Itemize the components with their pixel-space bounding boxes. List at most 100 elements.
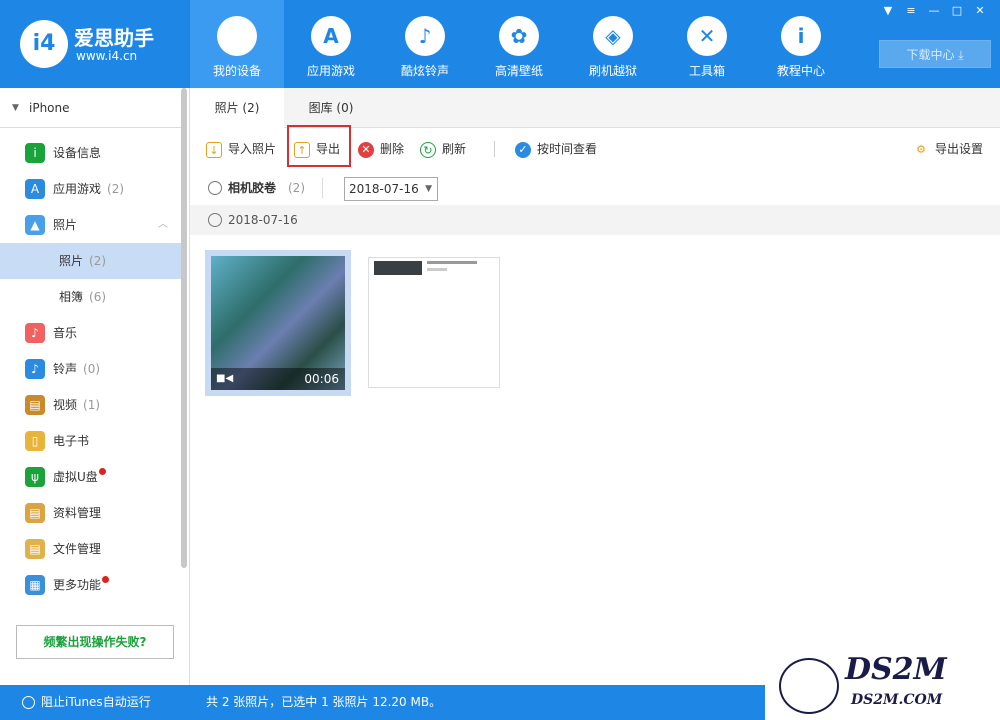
album-radio[interactable] bbox=[208, 181, 222, 195]
flower-icon: ✿ bbox=[499, 16, 539, 56]
sidebar-item-text: 设备信息 bbox=[53, 146, 102, 160]
sidebar: ▼ iPhone i 设备信息 A 应用游戏 (2) ▲ 照片 ︿ 照片 (2) 相簿 (6) ♪ 音乐 ♪… bbox=[0, 88, 190, 685]
tab-photos[interactable]: 照片 (2) bbox=[190, 88, 284, 129]
sidebar-item-7[interactable]: ▤ 视频 (1) bbox=[0, 387, 182, 423]
sidebar-scrollbar[interactable] bbox=[181, 88, 187, 568]
sidebar-item-9[interactable]: ψ 虚拟U盘 bbox=[0, 459, 182, 495]
photo-thumbnail-video[interactable]: ■◀ 00:06 bbox=[205, 250, 351, 396]
sidebar-item-label: 相簿 (6) bbox=[59, 279, 106, 315]
screenshot-text-line bbox=[427, 261, 477, 264]
apple-icon bbox=[217, 16, 257, 56]
watermark-name: DS2M bbox=[845, 652, 947, 687]
collapse-arrow-icon[interactable]: ▼ bbox=[12, 88, 19, 128]
sidebar-item-label: 设备信息 bbox=[53, 135, 101, 171]
refresh-button[interactable]: ↻ 刷新 bbox=[420, 137, 466, 161]
block-itunes-toggle[interactable]: 阻止iTunes自动运行 bbox=[22, 685, 151, 720]
nav-label: 我的设备 bbox=[212, 64, 261, 78]
nav-item-3[interactable]: ✿ 高清壁纸 bbox=[472, 0, 566, 88]
nav-item-0[interactable]: 我的设备 bbox=[190, 0, 284, 88]
sidebar-item-text: 铃声 bbox=[53, 362, 78, 376]
sidebar-item-1[interactable]: A 应用游戏 (2) bbox=[0, 171, 182, 207]
video-info-bar: ■◀ 00:06 bbox=[211, 368, 345, 390]
skin-icon[interactable]: ▼ bbox=[878, 4, 898, 18]
delete-button[interactable]: ✕ 删除 bbox=[358, 137, 404, 161]
sidebar-item-label: 资料管理 bbox=[53, 495, 101, 531]
sidebar-item-12[interactable]: ▦ 更多功能 bbox=[0, 567, 182, 603]
sidebar-item-text: 虚拟U盘 bbox=[53, 470, 98, 484]
app-store-icon: A bbox=[25, 179, 45, 199]
info-icon: i bbox=[25, 143, 45, 163]
nav-label: 应用游戏 bbox=[306, 64, 355, 78]
view-by-time-toggle[interactable]: ✓ 按时间查看 bbox=[515, 137, 597, 161]
maximize-icon[interactable]: □ bbox=[947, 4, 967, 18]
chevron-up-icon[interactable]: ︿ bbox=[158, 207, 168, 243]
sidebar-item-text: 音乐 bbox=[53, 326, 78, 340]
sidebar-item-text: 应用游戏 bbox=[53, 182, 102, 196]
sidebar-item-text: 文件管理 bbox=[53, 542, 102, 556]
export-settings-button[interactable]: ⚙ 导出设置 bbox=[913, 137, 983, 161]
import-photos-button[interactable]: ↓ 导入照片 bbox=[206, 137, 276, 161]
sidebar-item-10[interactable]: ▤ 资料管理 bbox=[0, 495, 182, 531]
nav-label: 刷机越狱 bbox=[588, 64, 637, 78]
download-center-button[interactable]: 下载中心 ⤓ bbox=[879, 40, 991, 68]
nav-label: 工具箱 bbox=[688, 64, 725, 78]
sidebar-item-count: (0) bbox=[83, 362, 101, 376]
sidebar-item-count: (2) bbox=[89, 254, 107, 268]
nav-item-1[interactable]: A 应用游戏 bbox=[284, 0, 378, 88]
date-group-label: 2018-07-16 bbox=[228, 213, 298, 227]
info-icon: i bbox=[781, 16, 821, 56]
sidebar-item-text: 资料管理 bbox=[53, 506, 102, 520]
close-icon[interactable]: ✕ bbox=[970, 4, 990, 18]
refresh-icon: ↻ bbox=[420, 141, 436, 158]
album-name: 相机胶卷 bbox=[228, 181, 277, 195]
sidebar-item-3[interactable]: 照片 (2) bbox=[0, 243, 182, 279]
video-duration: 00:06 bbox=[304, 372, 339, 386]
sidebar-item-0[interactable]: i 设备信息 bbox=[0, 135, 182, 171]
operation-fail-help-button[interactable]: 频繁出现操作失败? bbox=[16, 625, 174, 659]
sidebar-item-text: 更多功能 bbox=[53, 578, 102, 592]
sidebar-item-4[interactable]: 相簿 (6) bbox=[0, 279, 182, 315]
filter-row: 相机胶卷 (2) 2018-07-16 ▼ bbox=[190, 171, 1000, 205]
sidebar-item-count: (6) bbox=[89, 290, 107, 304]
tab-gallery[interactable]: 图库 (0) bbox=[284, 88, 378, 128]
video-icon: ▤ bbox=[25, 395, 45, 415]
date-group-header: 2018-07-16 bbox=[190, 205, 1000, 235]
sidebar-item-label: 照片 bbox=[53, 207, 77, 243]
sidebar-item-6[interactable]: ♪ 铃声 (0) bbox=[0, 351, 182, 387]
nav-item-6[interactable]: i 教程中心 bbox=[754, 0, 848, 88]
logo-icon: i4 bbox=[20, 20, 68, 68]
minimize-icon[interactable]: — bbox=[924, 4, 944, 18]
main-content: 照片 (2) 图库 (0) ↓ 导入照片 ↑ 导出 ✕ 删除 ↻ 刷新 ✓ 按时间查看 ⚙… bbox=[190, 88, 1000, 685]
sidebar-item-label: 虚拟U盘 bbox=[53, 459, 106, 495]
status-summary: 共 2 张照片，已选中 1 张照片 12.20 MB。 bbox=[206, 695, 442, 709]
photo-thumbnail-image[interactable] bbox=[368, 257, 500, 388]
nav-item-4[interactable]: ◈ 刷机越狱 bbox=[566, 0, 660, 88]
date-group-radio[interactable] bbox=[208, 213, 222, 227]
import-icon: ↓ bbox=[206, 141, 222, 158]
menu-icon[interactable]: ≡ bbox=[901, 4, 921, 18]
sidebar-item-2[interactable]: ▲ 照片 ︿ bbox=[0, 207, 182, 243]
notification-dot bbox=[98, 468, 106, 475]
contacts-icon: ▤ bbox=[25, 503, 45, 523]
sidebar-item-count: (2) bbox=[107, 182, 125, 196]
sidebar-item-text: 电子书 bbox=[53, 434, 90, 448]
nav-item-2[interactable]: ♪ 酷炫铃声 bbox=[378, 0, 472, 88]
nav-item-5[interactable]: ✕ 工具箱 bbox=[660, 0, 754, 88]
bell-icon: ♪ bbox=[405, 16, 445, 56]
tab-bar: 照片 (2) 图库 (0) bbox=[190, 88, 1000, 129]
screenshot-text-line bbox=[427, 268, 447, 271]
book-icon: ▯ bbox=[25, 431, 45, 451]
sidebar-item-label: 电子书 bbox=[53, 423, 89, 459]
toolbar-divider bbox=[494, 141, 495, 157]
sidebar-item-5[interactable]: ♪ 音乐 bbox=[0, 315, 182, 351]
watermark-url: DS2M.COM bbox=[851, 692, 943, 708]
sidebar-item-label: 文件管理 bbox=[53, 531, 101, 567]
atom-logo-icon bbox=[779, 658, 839, 714]
date-select[interactable]: 2018-07-16 ▼ bbox=[344, 177, 438, 201]
sidebar-item-8[interactable]: ▯ 电子书 bbox=[0, 423, 182, 459]
device-header[interactable]: ▼ iPhone bbox=[0, 88, 182, 128]
app-store-icon: A bbox=[311, 16, 351, 56]
file-icon: ▤ bbox=[25, 539, 45, 559]
sidebar-item-text: 视频 bbox=[53, 398, 78, 412]
sidebar-item-11[interactable]: ▤ 文件管理 bbox=[0, 531, 182, 567]
